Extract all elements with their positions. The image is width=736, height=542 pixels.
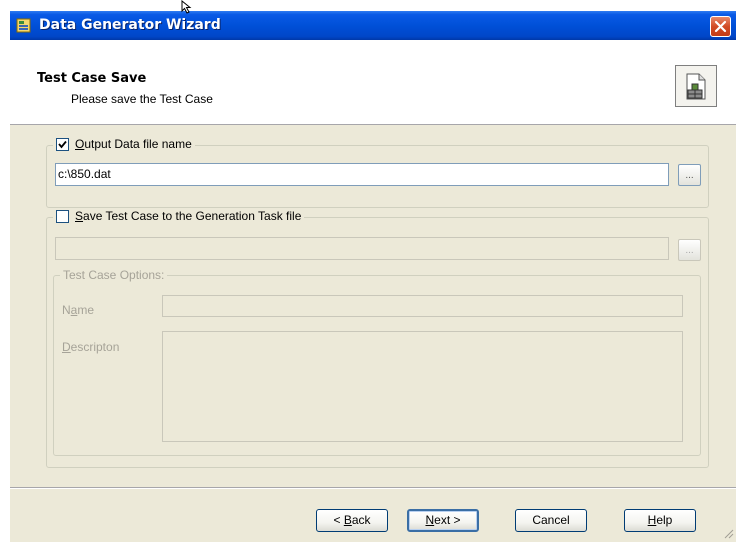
task-file-input[interactable] [55, 237, 669, 260]
task-browse-button[interactable]: ... [678, 239, 701, 261]
close-icon [714, 20, 727, 33]
window-title: Data Generator Wizard [39, 17, 221, 33]
footer-divider [10, 487, 736, 489]
page-subtitle: Please save the Test Case [71, 92, 213, 106]
back-button[interactable]: < Back [316, 509, 388, 532]
wizard-window: Data Generator Wizard Test Case Save Ple… [10, 11, 736, 542]
description-label: Descripton [62, 340, 120, 354]
wizard-graphic-icon [675, 65, 717, 107]
name-label: Name [62, 303, 95, 317]
output-data-checkbox-row[interactable]: Output Data file name [53, 137, 195, 151]
help-button[interactable]: Help [624, 509, 696, 532]
description-textarea[interactable] [162, 331, 683, 442]
title-bar[interactable]: Data Generator Wizard [10, 11, 736, 40]
save-task-label: Save Test Case to the Generation Task fi… [75, 209, 302, 223]
resize-grip-icon[interactable] [722, 527, 734, 539]
output-file-input[interactable]: c:\850.dat [55, 163, 669, 186]
save-task-checkbox[interactable] [56, 209, 69, 223]
app-icon [16, 18, 32, 33]
output-data-label: Output Data file name [75, 137, 192, 151]
test-case-options-title: Test Case Options: [60, 268, 168, 282]
output-browse-button[interactable]: ... [678, 164, 701, 186]
cancel-button[interactable]: Cancel [515, 509, 587, 532]
checkmark-icon [58, 140, 67, 148]
page-title: Test Case Save [37, 71, 147, 86]
close-button[interactable] [710, 16, 731, 37]
name-input[interactable] [162, 295, 683, 317]
next-button[interactable]: Next > [407, 509, 479, 532]
mouse-cursor-icon [181, 0, 192, 14]
save-task-checkbox-row[interactable]: Save Test Case to the Generation Task fi… [53, 209, 305, 223]
output-data-checkbox[interactable] [56, 137, 69, 151]
wizard-header: Test Case Save Please save the Test Case [10, 40, 736, 125]
